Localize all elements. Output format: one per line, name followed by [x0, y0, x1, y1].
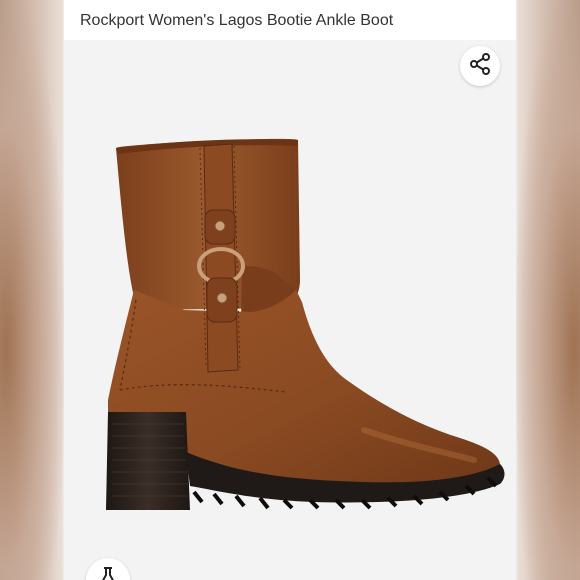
- rivet-lower: [216, 292, 228, 304]
- share-button[interactable]: [460, 46, 500, 86]
- try-on-button[interactable]: [86, 558, 130, 580]
- left-blur-background: [0, 0, 64, 580]
- title-bar: Rockport Women's Lagos Bootie Ankle Boot: [64, 0, 516, 40]
- product-title: Rockport Women's Lagos Bootie Ankle Boot: [80, 12, 394, 29]
- rivet-upper: [214, 220, 226, 232]
- share-icon: [468, 52, 492, 81]
- product-page: Rockport Women's Lagos Bootie Ankle Boot: [64, 0, 516, 580]
- boot-strap: [203, 143, 239, 373]
- product-image-panel[interactable]: [64, 40, 516, 580]
- product-image: [106, 138, 505, 510]
- right-blur-background: [516, 0, 580, 580]
- flask-icon: [97, 558, 119, 580]
- boot-heel: [106, 412, 190, 510]
